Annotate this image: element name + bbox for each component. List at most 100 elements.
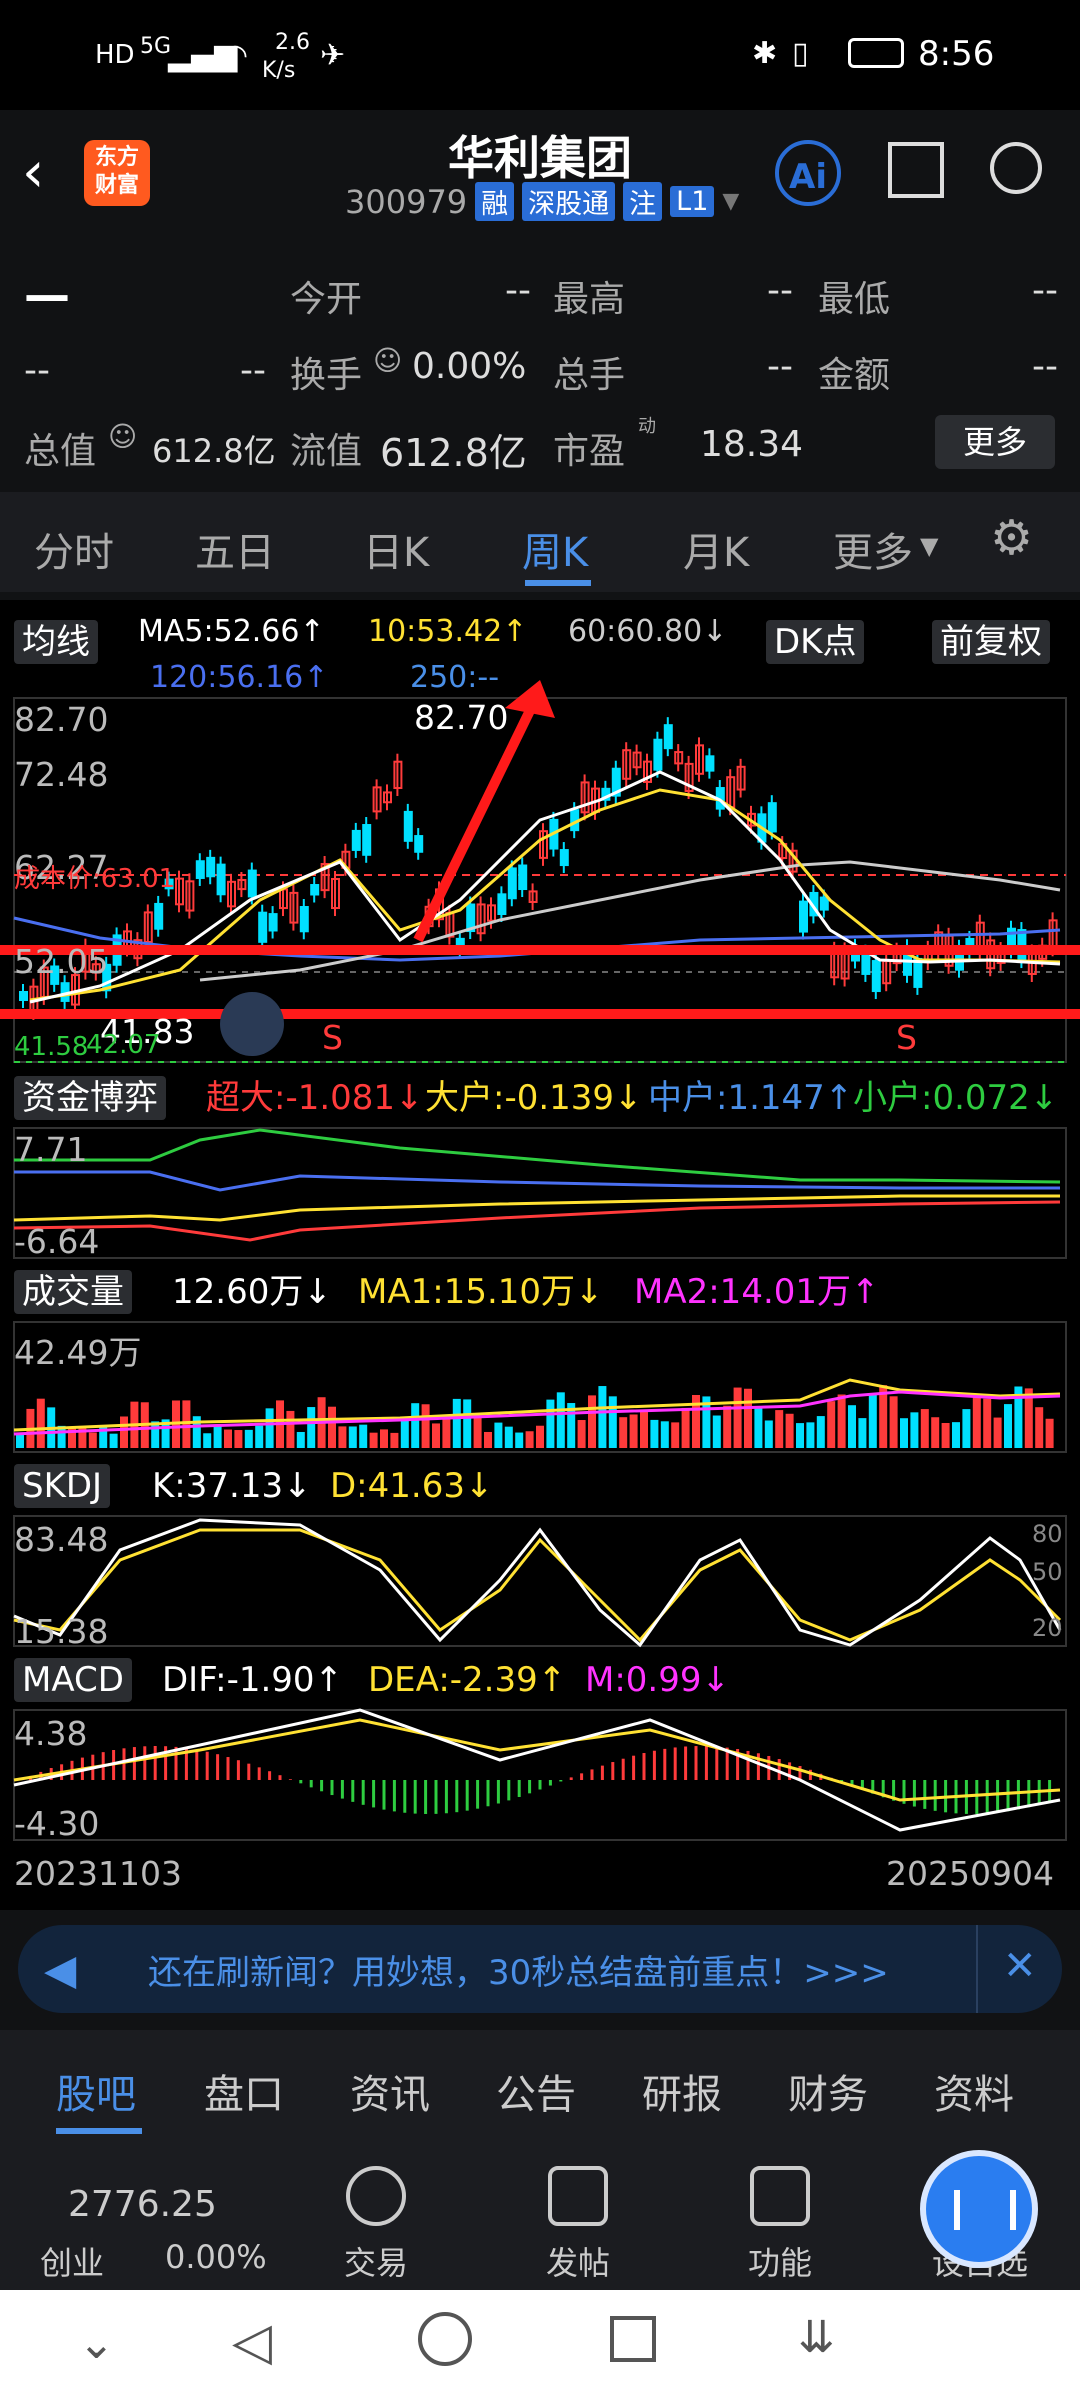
functions-icon[interactable] (750, 2166, 810, 2226)
zoom-button-icon[interactable] (220, 992, 284, 1056)
tab-five-day[interactable]: 五日 (195, 520, 275, 578)
network-type: 5G (140, 34, 172, 59)
vibrate-icon: ▯ (792, 36, 809, 71)
period-tabs: 分时 五日 日K 周K 月K 更多 ▼ ⚙ (0, 492, 1080, 592)
candle-body (518, 864, 528, 891)
nav-download-icon[interactable]: ⇊ (798, 2312, 835, 2363)
tab-news[interactable]: 资讯 (350, 2062, 430, 2120)
info-icon[interactable]: ☺ (108, 420, 137, 453)
candle-body (206, 856, 216, 878)
tab-order-book[interactable]: 盘口 (204, 2062, 284, 2120)
promo-banner[interactable]: ◀ 还在刷新闻？用妙想，30秒总结盘前重点！>>> ✕ (18, 1925, 1062, 2013)
volume-bar (837, 1394, 846, 1448)
volume-button[interactable]: 成交量 (14, 1270, 132, 1314)
voice-assistant-icon[interactable] (920, 2150, 1038, 2268)
macd-button[interactable]: MACD (14, 1658, 132, 1702)
macd-histogram (28, 1746, 1052, 1814)
macd-m-value: M:0.99↓ (585, 1660, 730, 1700)
skdj-button[interactable]: SKDJ (14, 1464, 111, 1508)
index-value[interactable]: 2776.25 (68, 2184, 217, 2225)
nav-home-icon[interactable] (418, 2312, 472, 2366)
close-icon[interactable]: ✕ (1003, 1943, 1037, 1989)
status-bar: HD 5G ▂▄▆ ◠ 2.6 K/s ✈ ✱ ▯ 8:56 (0, 0, 1080, 110)
nav-down-icon[interactable]: ⌄ (78, 2318, 115, 2369)
fund-y-bottom: -6.64 (14, 1222, 100, 1261)
candle-body (861, 951, 871, 975)
candle-body (195, 860, 205, 879)
tab-daily-k[interactable]: 日K (363, 520, 429, 578)
tab-financials[interactable]: 财务 (788, 2062, 868, 2120)
volume-bar (463, 1399, 472, 1448)
macd-indicator-bar: MACD DIF:-1.90↑ DEA:-2.39↑ M:0.99↓ (0, 1658, 1080, 1708)
y-label-bottom: 41.58 (14, 1032, 89, 1062)
tab-more[interactable]: 更多 (833, 520, 913, 578)
tab-announcements[interactable]: 公告 (496, 2062, 576, 2120)
peak-price-label: 82.70 (414, 698, 509, 737)
functions-button[interactable]: 功能 (720, 2238, 840, 2284)
nav-back-icon[interactable]: ◁ (232, 2312, 272, 2372)
battery-icon (848, 38, 904, 68)
share-icon[interactable] (888, 142, 944, 198)
macd-y-top: 4.38 (14, 1714, 88, 1753)
change-percent: -- (240, 350, 266, 391)
volume-bar (1045, 1418, 1054, 1448)
volume-bar (900, 1418, 908, 1448)
volume-bar (224, 1429, 232, 1448)
gear-icon[interactable]: ⚙ (990, 510, 1033, 566)
chevron-down-icon[interactable]: ▼ (722, 189, 739, 214)
tab-weekly-k[interactable]: 周K (522, 520, 588, 578)
fund-button[interactable]: 资金博弈 (14, 1076, 166, 1120)
volume-bar (484, 1431, 492, 1448)
volume-bars (16, 1385, 1054, 1448)
volume-bar (889, 1396, 898, 1448)
high-value: -- (767, 270, 793, 311)
tab-profile[interactable]: 资料 (934, 2062, 1014, 2120)
tab-research[interactable]: 研报 (642, 2062, 722, 2120)
fund-large-value: 大户:-0.139↓ (425, 1078, 643, 1118)
hd-icon: HD (95, 40, 135, 70)
volume-bar (723, 1405, 732, 1448)
volume-bar (660, 1421, 669, 1448)
pe-value: 18.34 (700, 424, 804, 465)
search-icon[interactable] (990, 142, 1042, 194)
info-icon[interactable]: ☺ (373, 344, 402, 377)
promo-text[interactable]: 还在刷新闻？用妙想，30秒总结盘前重点！>>> (148, 1945, 889, 1994)
skdj-ref-20: 20 (1032, 1614, 1063, 1642)
post-icon[interactable] (548, 2166, 608, 2226)
skdj-ref-80: 80 (1032, 1520, 1063, 1548)
sell-marker: S (322, 1018, 343, 1057)
post-button[interactable]: 发帖 (518, 2238, 638, 2284)
volume-bar (556, 1392, 565, 1448)
volume-bar (681, 1407, 690, 1448)
volume-ma1-value: MA1:15.10万↓ (358, 1272, 604, 1312)
candle-body (653, 738, 663, 771)
fund-mid-value: 中户:1.147↑ (648, 1078, 854, 1118)
trade-button[interactable]: 交易 (316, 2238, 436, 2284)
skdj-chart-frame (13, 1515, 1067, 1647)
candle-body (819, 896, 829, 911)
volume-bar (993, 1417, 1002, 1448)
tab-more-caret-icon[interactable]: ▼ (920, 532, 938, 560)
candle-body (559, 849, 569, 867)
bluetooth-icon: ✱ (752, 36, 778, 71)
tab-intraday[interactable]: 分时 (34, 520, 114, 578)
turnover-value: 0.00% (412, 346, 527, 387)
volume-bar (920, 1409, 929, 1448)
candle-body (767, 802, 777, 833)
active-tab-indicator (525, 580, 591, 586)
trade-icon[interactable] (346, 2166, 406, 2226)
nav-recents-icon[interactable] (610, 2316, 656, 2362)
tab-forum[interactable]: 股吧 (56, 2062, 136, 2120)
candle-body (507, 867, 517, 900)
tag-registration: 注 (623, 182, 663, 221)
index-change: 0.00% (165, 2238, 267, 2276)
tag-level: L1 (670, 186, 715, 217)
clock: 8:56 (918, 34, 995, 74)
volume-bar (827, 1401, 836, 1448)
ai-icon[interactable]: Ai (775, 140, 841, 206)
volume-bar (338, 1426, 347, 1448)
volume-bar (848, 1405, 856, 1448)
more-button[interactable]: 更多 (935, 415, 1055, 469)
candle-body (19, 991, 28, 1001)
tab-monthly-k[interactable]: 月K (683, 520, 749, 578)
